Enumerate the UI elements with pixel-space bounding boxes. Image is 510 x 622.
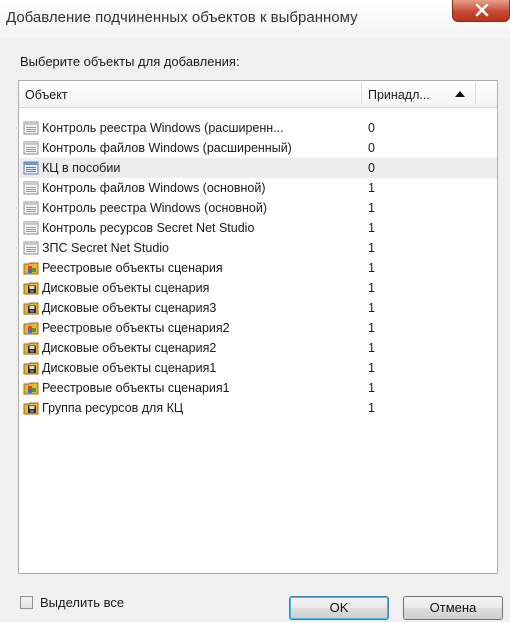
disk-folder-icon [23,400,39,416]
row-object-name: Реестровые объекты сценария [42,261,223,275]
row-owner-value: 0 [368,121,375,135]
list-row[interactable]: Контроль файлов Windows (основной) 1 [19,178,497,198]
row-owner-value: 1 [368,241,375,255]
row-owner-value: 1 [368,201,375,215]
column-header-owner[interactable]: Принадл... [368,88,430,102]
row-object-name: Дисковые объекты сценария2 [42,341,217,355]
select-all-checkbox[interactable] [20,596,33,609]
registry-folder-icon [23,260,39,276]
list-row[interactable]: Группа ресурсов для КЦ 1 [19,398,497,418]
row-owner-value: 1 [368,341,375,355]
column-divider[interactable] [361,83,362,105]
select-all-label[interactable]: Выделить все [40,595,124,610]
row-owner-value: 1 [368,261,375,275]
row-object-name: Реестровые объекты сценария1 [42,381,230,395]
registry-folder-icon [23,320,39,336]
row-object-name: ЗПС Secret Net Studio [42,241,170,255]
disk-folder-icon [23,300,39,316]
document-list-icon [23,140,39,156]
document-list-icon [23,180,39,196]
row-owner-value: 1 [368,361,375,375]
row-object-name: Контроль файлов Windows (основной) [42,181,266,195]
list-row[interactable]: Реестровые объекты сценария1 1 [19,378,497,398]
list-row[interactable]: КЦ в пособии 0 [19,158,497,178]
close-icon [475,4,489,17]
row-object-name: Реестровые объекты сценария2 [42,321,230,335]
instruction-label: Выберите объекты для добавления: [20,54,240,69]
list-row[interactable]: ЗПС Secret Net Studio 1 [19,238,497,258]
list-row[interactable]: Реестровые объекты сценария 1 [19,258,497,278]
title-bar[interactable]: Добавление подчиненных объектов к выбран… [0,0,510,38]
document-list-icon [23,240,39,256]
disk-folder-icon [23,360,39,376]
row-owner-value: 1 [368,381,375,395]
document-list-blue-icon [23,160,39,176]
row-object-name: Группа ресурсов для КЦ [42,401,184,415]
list-row[interactable]: Дисковые объекты сценария 1 [19,278,497,298]
list-row[interactable]: Дисковые объекты сценария3 1 [19,298,497,318]
row-object-name: Контроль реестра Windows (расширенн... [42,121,284,135]
list-row[interactable]: Контроль реестра Windows (расширенн... 0 [19,118,497,138]
row-object-name: Дисковые объекты сценария [42,281,210,295]
registry-folder-icon [23,380,39,396]
row-object-name: КЦ в пособии [42,161,121,175]
row-owner-value: 1 [368,221,375,235]
sort-ascending-icon [455,91,465,97]
ok-button[interactable]: OK [289,596,389,620]
row-object-name: Контроль ресурсов Secret Net Studio [42,221,255,235]
row-object-name: Дисковые объекты сценария1 [42,361,217,375]
row-owner-value: 1 [368,281,375,295]
row-owner-value: 1 [368,301,375,315]
row-object-name: Контроль файлов Windows (расширенный) [42,141,292,155]
column-divider[interactable] [475,83,476,105]
document-list-icon [23,120,39,136]
row-owner-value: 0 [368,141,375,155]
disk-folder-icon [23,280,39,296]
objects-list[interactable]: Объект Принадл... Контроль реестра Windo… [18,80,498,574]
row-owner-value: 1 [368,181,375,195]
disk-folder-icon [23,340,39,356]
row-object-name: Дисковые объекты сценария3 [42,301,217,315]
document-list-icon [23,200,39,216]
window-title: Добавление подчиненных объектов к выбран… [6,9,358,26]
cancel-button[interactable]: Отмена [403,596,503,620]
row-object-name: Контроль реестра Windows (основной) [42,201,268,215]
close-button[interactable] [452,0,510,22]
list-row[interactable]: Реестровые объекты сценария2 1 [19,318,497,338]
column-header-object[interactable]: Объект [25,88,68,102]
row-owner-value: 1 [368,401,375,415]
document-list-icon [23,220,39,236]
list-row[interactable]: Дисковые объекты сценария2 1 [19,338,497,358]
list-row[interactable]: Контроль реестра Windows (основной) 1 [19,198,497,218]
row-owner-value: 0 [368,161,375,175]
list-row[interactable]: Контроль ресурсов Secret Net Studio 1 [19,218,497,238]
dialog-window: Добавление подчиненных объектов к выбран… [0,0,510,622]
list-row[interactable]: Дисковые объекты сценария1 1 [19,358,497,378]
list-header: Объект Принадл... [19,81,497,108]
list-row[interactable]: Контроль файлов Windows (расширенный) 0 [19,138,497,158]
row-owner-value: 1 [368,321,375,335]
